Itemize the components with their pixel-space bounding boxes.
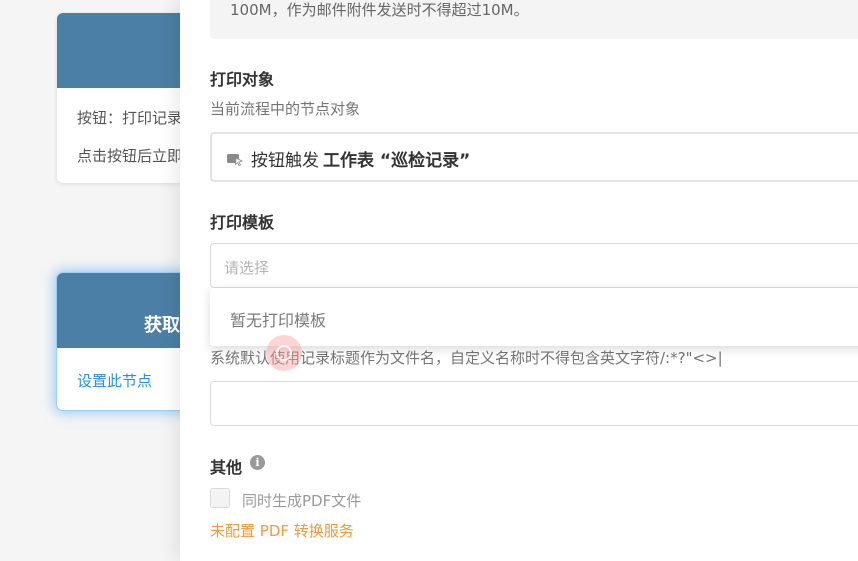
cursor-indicator [266,335,302,371]
generate-pdf-checkbox[interactable] [210,488,230,508]
print-target-title: 打印对象 [210,70,275,89]
other-section-title: 其他 [210,458,243,477]
print-template-dropdown: 暂无打印模板 [210,288,858,346]
node-card-line: 点击按钮后立即 [77,147,183,165]
worksheet-name: 工作表 “巡检记录” [323,151,471,171]
node-card-line: 按钮：打印记录 [77,109,183,127]
generate-pdf-label[interactable]: 同时生成PDF文件 [242,490,361,511]
trigger-prefix: 按钮触发 [251,151,319,171]
info-icon[interactable]: i [250,455,265,470]
node-card-title: 获取 [144,315,180,336]
print-template-title: 打印模板 [210,213,275,232]
print-target-desc: 当前流程中的节点对象 [210,100,361,118]
print-template-select[interactable]: 请选择 [210,243,858,288]
select-placeholder: 请选择 [224,259,270,277]
configure-node-link[interactable]: 设置此节点 [77,370,152,391]
button-trigger-icon [227,151,244,167]
filename-input[interactable] [210,381,858,426]
dropdown-empty-text: 暂无打印模板 [230,311,327,330]
pdf-service-warning-link[interactable]: 未配置 PDF 转换服务 [210,520,354,541]
print-target-value: 按钮触发 工作表 “巡检记录” [251,146,470,171]
print-target-field[interactable]: 按钮触发 工作表 “巡检记录” [210,132,858,182]
node-settings-panel: 100M，作为邮件附件发送时不得超过10M。 打印对象 当前流程中的节点对象 按… [180,0,858,561]
notice-text: 100M，作为邮件附件发送时不得超过10M。 [230,1,529,19]
attachment-size-notice: 100M，作为邮件附件发送时不得超过10M。 [210,0,858,39]
